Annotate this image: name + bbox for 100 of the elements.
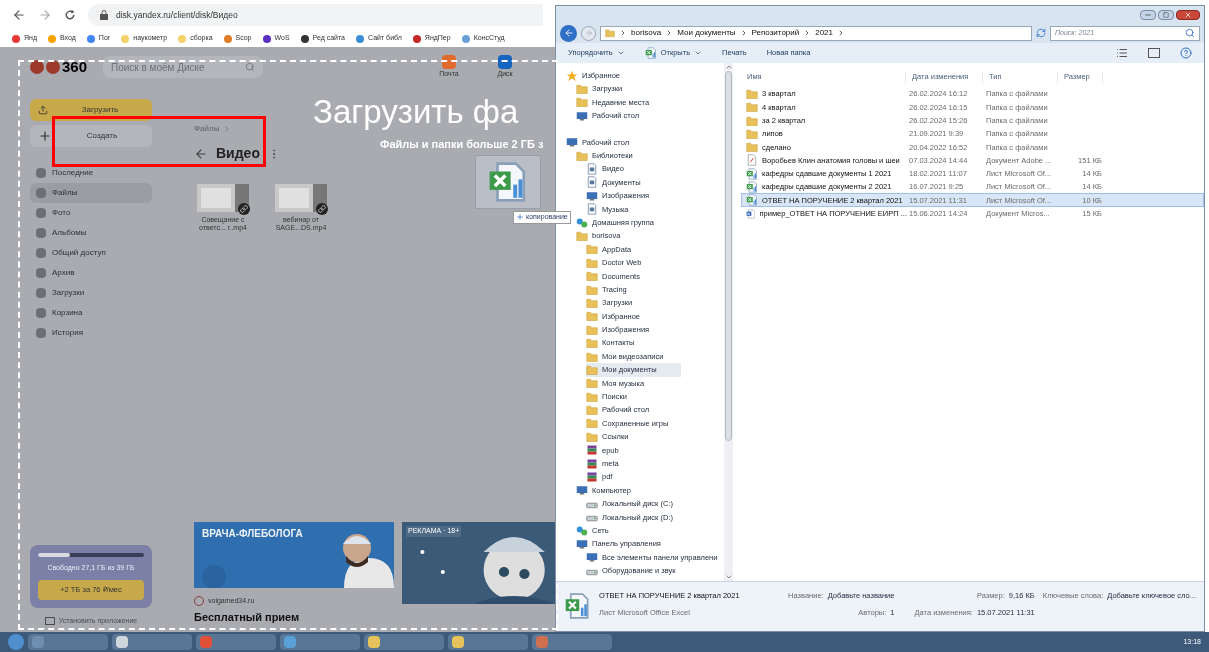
device-icon	[44, 616, 55, 625]
star-icon	[566, 69, 578, 82]
taskbar-item[interactable]	[280, 634, 360, 650]
app-icon	[368, 636, 380, 648]
maximize-icon	[1163, 11, 1169, 18]
nav-item[interactable]: Файлы	[30, 183, 152, 203]
monitor-icon	[566, 136, 578, 149]
minimize-button[interactable]	[1140, 9, 1156, 20]
reload-icon[interactable]	[64, 9, 76, 21]
folder-icon	[586, 350, 598, 363]
path-segment[interactable]: Мои документы	[677, 27, 736, 39]
archive-icon	[586, 444, 598, 457]
network-icon	[576, 216, 588, 229]
create-button[interactable]: Создать	[30, 125, 152, 147]
nav-item[interactable]: Фото	[30, 203, 152, 223]
preview-pane-icon[interactable]	[1148, 48, 1160, 58]
folder-icon	[576, 83, 588, 96]
video-thumbnail	[197, 184, 249, 212]
back-icon[interactable]	[12, 8, 26, 22]
folder-icon	[586, 323, 598, 336]
scrollbar[interactable]	[724, 63, 733, 581]
video-thumbnail	[275, 184, 327, 212]
folder-icon	[746, 127, 758, 140]
search-icon	[245, 62, 256, 72]
nav-item[interactable]: История	[30, 323, 152, 343]
taskbar-item[interactable]	[448, 634, 528, 650]
word-icon	[746, 207, 756, 220]
ad-headline: ВРАЧА-ФЛЕБОЛОГА	[202, 527, 303, 541]
excel-icon	[746, 181, 758, 194]
ad-caption: Бесплатный прием	[194, 610, 301, 623]
refresh-icon[interactable]	[1036, 28, 1046, 38]
app-icon	[32, 636, 44, 648]
folder-title: Видео	[216, 144, 260, 163]
back-arrow-icon	[563, 28, 574, 38]
taskbar-item[interactable]	[364, 634, 444, 650]
nav-item[interactable]: Общий доступ	[30, 243, 152, 263]
app-icon	[452, 636, 464, 648]
folder-icon	[746, 114, 758, 127]
drop-title: Загрузить фа	[313, 95, 519, 128]
monitor-icon	[586, 551, 598, 564]
folder-icon	[586, 296, 598, 309]
forward-icon[interactable]	[38, 8, 52, 22]
folder-icon	[746, 88, 758, 100]
address-bar[interactable]: disk.yandex.ru/client/disk/Видео	[88, 4, 543, 26]
monitor-icon	[576, 109, 588, 122]
dropdown-icon	[616, 49, 625, 57]
folder-icon	[576, 149, 588, 162]
folder-icon	[586, 390, 598, 403]
scroll-down-icon[interactable]	[724, 573, 733, 581]
archive-icon	[586, 457, 598, 470]
scrollbar-thumb[interactable]	[725, 71, 732, 441]
app-icon	[200, 636, 212, 648]
dropdown-icon	[694, 49, 703, 57]
pdf-icon	[746, 154, 758, 167]
start-button[interactable]	[8, 634, 24, 650]
network-icon	[576, 524, 588, 537]
folder-icon	[586, 283, 598, 296]
folder-icon	[586, 256, 598, 269]
excel-icon	[746, 167, 758, 180]
monitor-icon	[576, 484, 588, 497]
logo-text: 360	[62, 56, 88, 77]
nav-item[interactable]: Архив	[30, 263, 152, 283]
upload-button[interactable]: Загрузить	[30, 99, 152, 121]
maximize-button[interactable]	[1158, 9, 1174, 20]
excel-icon	[644, 47, 657, 59]
scroll-up-icon[interactable]	[724, 63, 733, 71]
folder-icon	[605, 28, 615, 38]
path-segment[interactable]: borisova	[631, 27, 662, 39]
app-icon	[116, 636, 128, 648]
nav-item[interactable]: Альбомы	[30, 223, 152, 243]
folder-icon	[586, 404, 598, 417]
archive-icon	[586, 471, 598, 483]
address-bar[interactable]: borisova Мои документы Репозиторий 2021	[600, 25, 1032, 41]
folder-icon	[586, 243, 598, 256]
document-icon	[586, 163, 598, 176]
folder-icon	[746, 141, 758, 154]
nav-item[interactable]: Загрузки	[30, 283, 152, 303]
folder-icon	[586, 417, 598, 430]
path-segment[interactable]: 2021	[815, 27, 833, 39]
taskbar-item[interactable]	[112, 634, 192, 650]
folder-icon	[586, 310, 598, 323]
plus-icon	[38, 129, 52, 143]
help-icon[interactable]	[1180, 47, 1192, 59]
forward-button[interactable]	[581, 25, 596, 41]
monitor-icon	[586, 189, 598, 202]
forward-arrow-icon	[584, 29, 593, 37]
upload-icon	[38, 105, 48, 115]
document-icon	[586, 176, 598, 189]
nav-item[interactable]: Корзина	[30, 303, 152, 323]
monitor-icon	[576, 537, 588, 550]
back-button[interactable]	[560, 24, 577, 42]
path-segment[interactable]: Репозиторий	[751, 27, 800, 39]
views-icon[interactable]	[1116, 47, 1128, 59]
search-icon	[1185, 28, 1195, 38]
folder-icon	[586, 337, 598, 350]
logo-icon	[46, 60, 60, 74]
nav-item[interactable]: Последние	[30, 163, 152, 183]
folder-icon	[586, 377, 598, 390]
app-icon	[284, 636, 296, 648]
close-button[interactable]	[1176, 9, 1200, 20]
